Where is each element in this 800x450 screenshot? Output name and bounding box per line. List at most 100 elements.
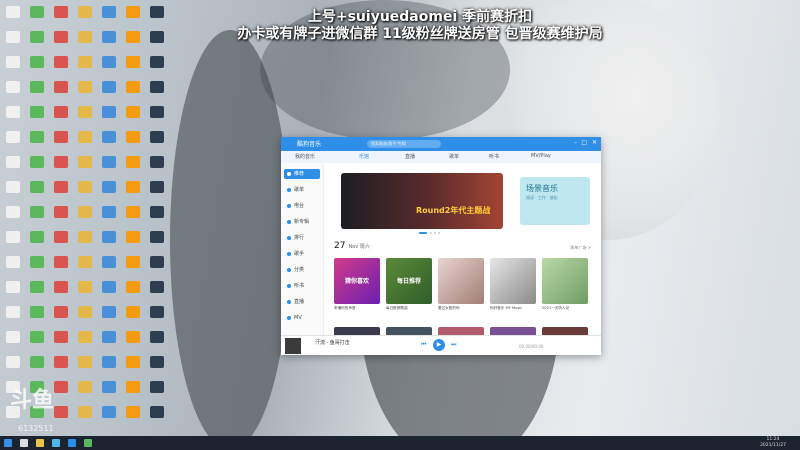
- sidebar-item-recommend[interactable]: 推荐: [284, 169, 320, 179]
- playlist-card-row2[interactable]: [386, 327, 432, 335]
- desktop-shortcut-icon[interactable]: [78, 81, 92, 93]
- desktop-shortcut-icon[interactable]: [126, 281, 140, 293]
- desktop-shortcut-icon[interactable]: [54, 331, 68, 343]
- desktop-shortcut-icon[interactable]: [150, 106, 164, 118]
- desktop-shortcut-icon[interactable]: [150, 356, 164, 368]
- tab-my-music[interactable]: 我的音乐: [295, 153, 315, 160]
- desktop-shortcut-icon[interactable]: [78, 331, 92, 343]
- tab-mv[interactable]: MV/Play: [531, 153, 551, 159]
- desktop-shortcut-icon[interactable]: [102, 206, 116, 218]
- playlist-card-row2[interactable]: [542, 327, 588, 335]
- desktop-shortcut-icon[interactable]: [6, 181, 20, 193]
- desktop-shortcut-icon[interactable]: [126, 56, 140, 68]
- desktop-shortcut-icon[interactable]: [126, 206, 140, 218]
- desktop-shortcut-icon[interactable]: [54, 256, 68, 268]
- desktop-shortcut-icon[interactable]: [150, 181, 164, 193]
- desktop-shortcut-icon[interactable]: [102, 306, 116, 318]
- desktop-shortcut-icon[interactable]: [150, 231, 164, 243]
- desktop-shortcut-icon[interactable]: [126, 381, 140, 393]
- playlist-card-row2[interactable]: [334, 327, 380, 335]
- desktop-shortcut-icon[interactable]: [6, 131, 20, 143]
- desktop-shortcut-icon[interactable]: [6, 306, 20, 318]
- desktop-shortcut-icon[interactable]: [30, 281, 44, 293]
- desktop-shortcut-icon[interactable]: [102, 56, 116, 68]
- prev-icon[interactable]: ⏮: [421, 341, 426, 349]
- desktop-shortcut-icon[interactable]: [6, 81, 20, 93]
- desktop-shortcut-icon[interactable]: [102, 181, 116, 193]
- minimize-icon[interactable]: –: [574, 139, 577, 146]
- album-art[interactable]: [285, 338, 301, 354]
- desktop-shortcut-icon[interactable]: [150, 331, 164, 343]
- desktop-shortcut-icon[interactable]: [150, 56, 164, 68]
- desktop-shortcut-icon[interactable]: [6, 356, 20, 368]
- desktop-shortcut-icon[interactable]: [6, 31, 20, 43]
- desktop-shortcut-icon[interactable]: [126, 181, 140, 193]
- tab-library[interactable]: 乐馆: [359, 153, 369, 160]
- desktop-shortcut-icon[interactable]: [78, 56, 92, 68]
- start-icon[interactable]: [4, 439, 12, 447]
- desktop-shortcut-icon[interactable]: [6, 281, 20, 293]
- desktop-shortcut-icon[interactable]: [126, 331, 140, 343]
- desktop-shortcut-icon[interactable]: [6, 256, 20, 268]
- desktop-shortcut-icon[interactable]: [102, 256, 116, 268]
- desktop-shortcut-icon[interactable]: [30, 56, 44, 68]
- desktop-shortcut-icon[interactable]: [102, 281, 116, 293]
- desktop-shortcut-icon[interactable]: [30, 356, 44, 368]
- desktop-shortcut-icon[interactable]: [6, 231, 20, 243]
- desktop-shortcut-icon[interactable]: [30, 156, 44, 168]
- desktop-shortcut-icon[interactable]: [126, 256, 140, 268]
- tab-audiobooks[interactable]: 听书: [489, 153, 499, 160]
- desktop-shortcut-icon[interactable]: [126, 231, 140, 243]
- desktop-shortcut-icon[interactable]: [126, 406, 140, 418]
- desktop-shortcut-icon[interactable]: [150, 81, 164, 93]
- sidebar-item-charts[interactable]: 排行: [284, 233, 320, 243]
- desktop-shortcut-icon[interactable]: [78, 406, 92, 418]
- desktop-shortcut-icon[interactable]: [78, 181, 92, 193]
- desktop-shortcut-icon[interactable]: [6, 6, 20, 18]
- desktop-shortcut-icon[interactable]: [78, 131, 92, 143]
- playlist-card[interactable]: [542, 258, 588, 304]
- carousel-dot-active[interactable]: [419, 232, 427, 234]
- playlist-card[interactable]: 猜你喜欢: [334, 258, 380, 304]
- sidebar-item-new-album[interactable]: 新专辑: [284, 217, 320, 227]
- desktop-shortcut-icon[interactable]: [78, 381, 92, 393]
- desktop-shortcut-icon[interactable]: [54, 181, 68, 193]
- carousel-dot[interactable]: [434, 232, 436, 234]
- desktop-shortcut-icon[interactable]: [30, 256, 44, 268]
- desktop-shortcut-icon[interactable]: [6, 56, 20, 68]
- next-icon[interactable]: ⏭: [451, 341, 456, 349]
- desktop-shortcut-icon[interactable]: [126, 356, 140, 368]
- desktop-shortcut-icon[interactable]: [78, 156, 92, 168]
- playlist-card[interactable]: [490, 258, 536, 304]
- sidebar-item-audiobooks[interactable]: 听书: [284, 281, 320, 291]
- desktop-shortcut-icon[interactable]: [150, 256, 164, 268]
- desktop-shortcut-icon[interactable]: [102, 331, 116, 343]
- desktop-shortcut-icon[interactable]: [150, 281, 164, 293]
- sidebar-item-categories[interactable]: 分类: [284, 265, 320, 275]
- desktop-shortcut-icon[interactable]: [126, 306, 140, 318]
- desktop-shortcut-icon[interactable]: [6, 206, 20, 218]
- carousel-dot[interactable]: [430, 232, 432, 234]
- desktop-shortcut-icon[interactable]: [126, 81, 140, 93]
- desktop-shortcut-icon[interactable]: [150, 306, 164, 318]
- desktop-shortcut-icon[interactable]: [30, 81, 44, 93]
- desktop-shortcut-icon[interactable]: [150, 406, 164, 418]
- desktop-shortcut-icon[interactable]: [30, 131, 44, 143]
- desktop-icon-grid[interactable]: [2, 2, 164, 432]
- desktop-shortcut-icon[interactable]: [54, 206, 68, 218]
- desktop-shortcut-icon[interactable]: [54, 81, 68, 93]
- desktop-shortcut-icon[interactable]: [30, 206, 44, 218]
- sidebar-item-radio[interactable]: 电台: [284, 201, 320, 211]
- carousel-dot[interactable]: [438, 232, 440, 234]
- close-icon[interactable]: ✕: [592, 139, 597, 146]
- scene-music-banner[interactable]: 场景音乐 阅读 · 工作 · 放松: [520, 177, 590, 225]
- music-app-icon[interactable]: [68, 439, 76, 447]
- tab-playlists[interactable]: 歌单: [449, 153, 459, 160]
- desktop-shortcut-icon[interactable]: [30, 181, 44, 193]
- music-app-window[interactable]: 酷狗音乐 搜索歌曲/歌手/专辑 ✕ □ – 我的音乐 乐馆 直播 歌单 听书 M…: [281, 137, 601, 355]
- search-icon[interactable]: [20, 439, 28, 447]
- desktop-shortcut-icon[interactable]: [150, 206, 164, 218]
- desktop-shortcut-icon[interactable]: [102, 406, 116, 418]
- more-link[interactable]: 歌单广场 >: [570, 245, 591, 251]
- playlist-card[interactable]: 每日推荐: [386, 258, 432, 304]
